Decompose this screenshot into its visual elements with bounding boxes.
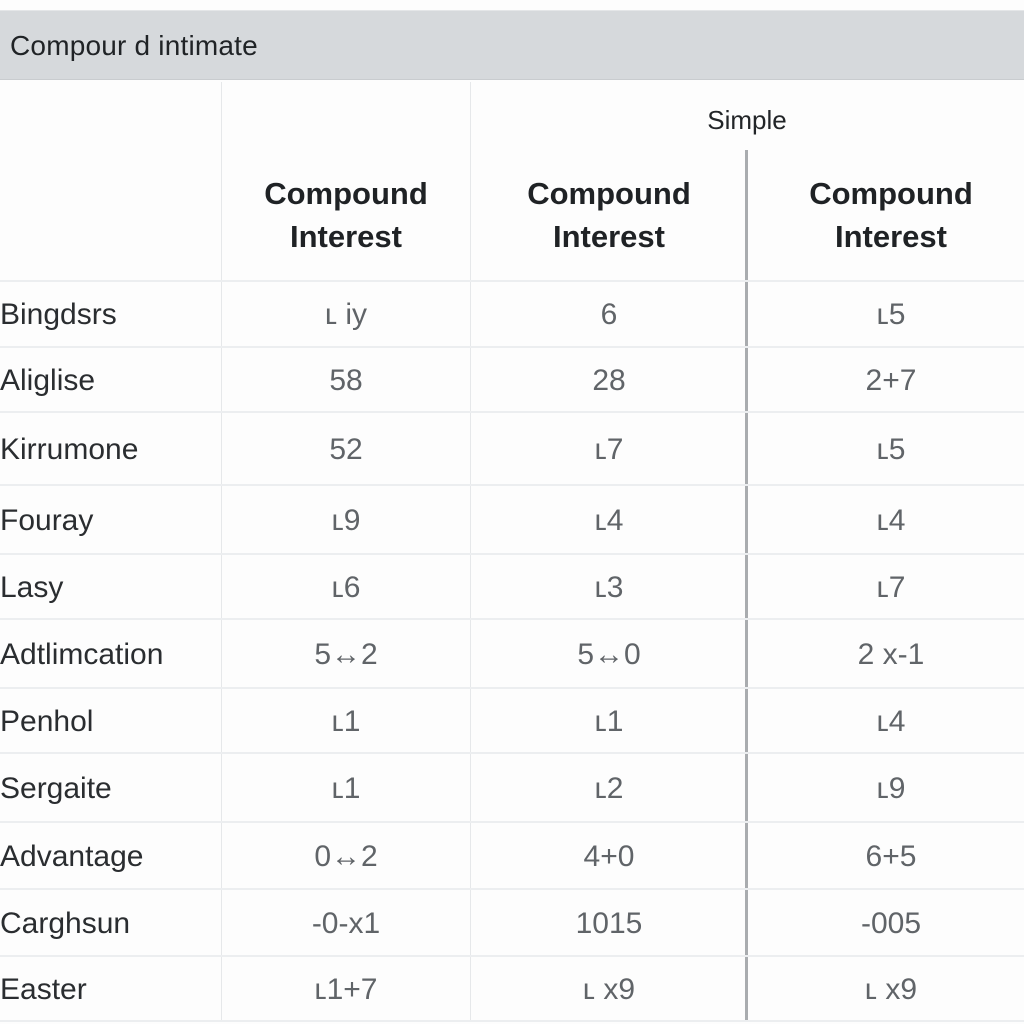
table-cell[interactable]: 0↔2: [222, 823, 470, 890]
table-cell[interactable]: ʟ5: [758, 413, 1024, 486]
column-header-2[interactable]: Compound Interest: [472, 172, 746, 262]
table-cell[interactable]: ʟ2: [472, 754, 746, 823]
row-label: Easter: [0, 973, 87, 1006]
table-cell[interactable]: ʟ9: [222, 486, 470, 555]
table-cell[interactable]: 2 x-1: [758, 620, 1024, 689]
table-cell[interactable]: ʟ1: [222, 689, 470, 754]
table-cell[interactable]: 6+5: [758, 823, 1024, 890]
table-cell[interactable]: ʟ iy: [222, 282, 470, 348]
table-cell[interactable]: 28: [472, 348, 746, 413]
table-cell[interactable]: 58: [222, 348, 470, 413]
column-header-3-line1: Compound: [809, 176, 973, 211]
row-label: Kirrumone: [0, 433, 139, 466]
table-cell[interactable]: ʟ3: [472, 555, 746, 620]
table-cell[interactable]: ʟ9: [758, 754, 1024, 823]
column-divider-2: [470, 82, 471, 1022]
table-cell[interactable]: ʟ1: [222, 754, 470, 823]
column-header-2-line2: Interest: [553, 219, 665, 254]
page-title: Compour d intimate: [10, 30, 258, 61]
compound-interest-table-page: Compour d intimate Simple Compound Inter…: [0, 0, 1024, 1024]
table-cell[interactable]: 4+0: [472, 823, 746, 890]
simple-group-header: Simple: [707, 105, 787, 135]
table-cell[interactable]: ʟ6: [222, 555, 470, 620]
table-cell[interactable]: 2+7: [758, 348, 1024, 413]
row-label: Lasy: [0, 571, 64, 604]
table-cell[interactable]: -0-x1: [222, 890, 470, 957]
table-cell[interactable]: ʟ4: [472, 486, 746, 555]
table-cell[interactable]: ʟ4: [758, 486, 1024, 555]
row-label: Aliglise: [0, 364, 96, 397]
table-cell[interactable]: ʟ7: [472, 413, 746, 486]
column-header-1-line1: Compound: [264, 176, 428, 211]
title-bar: Compour d intimate: [0, 10, 1024, 80]
row-label: Carghsun: [0, 907, 131, 940]
table-cell[interactable]: ʟ1+7: [222, 957, 470, 1022]
table-cell[interactable]: ʟ4: [758, 689, 1024, 754]
column-header-3-line2: Interest: [835, 219, 947, 254]
row-label: Fouray: [0, 504, 94, 537]
table-cell[interactable]: ʟ x9: [472, 957, 746, 1022]
row-label: Penhol: [0, 705, 94, 738]
row-label: Bingdsrs: [0, 298, 117, 331]
table-cell[interactable]: ʟ7: [758, 555, 1024, 620]
table-cell[interactable]: -005: [758, 890, 1024, 957]
column-header-1[interactable]: Compound Interest: [222, 172, 470, 262]
table-cell[interactable]: 5↔2: [222, 620, 470, 689]
column-header-2-line1: Compound: [527, 176, 691, 211]
table-cell[interactable]: 1015: [472, 890, 746, 957]
row-label: Sergaite: [0, 772, 112, 805]
table-cell[interactable]: 52: [222, 413, 470, 486]
table-cell[interactable]: 5↔0: [472, 620, 746, 689]
table-cell[interactable]: ʟ x9: [758, 957, 1024, 1022]
row-label: Adtlimcation: [0, 638, 164, 671]
table-cell[interactable]: ʟ1: [472, 689, 746, 754]
row-label: Advantage: [0, 840, 144, 873]
column-header-1-line2: Interest: [290, 219, 402, 254]
table-cell[interactable]: 6: [472, 282, 746, 348]
table-cell[interactable]: ʟ5: [758, 282, 1024, 348]
column-header-3[interactable]: Compound Interest: [758, 172, 1024, 262]
